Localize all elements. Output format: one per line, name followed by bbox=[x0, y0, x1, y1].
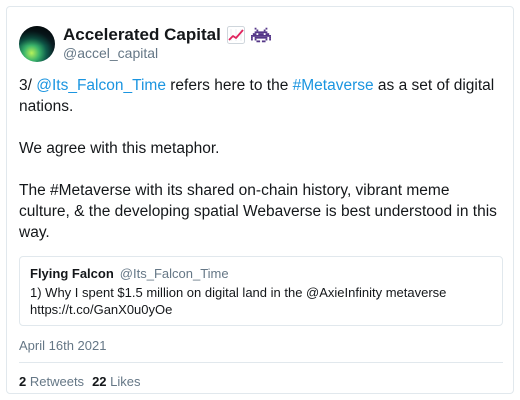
display-name-row: Accelerated Capital bbox=[63, 25, 271, 45]
mention-link[interactable]: @Its_Falcon_Time bbox=[36, 77, 166, 94]
likes-count: 22 bbox=[92, 374, 107, 389]
quoted-tweet-line-1: 1) Why I spent $1.5 million on digital l… bbox=[30, 285, 447, 300]
tweet-paragraph-2: We agree with this metaphor. bbox=[19, 140, 220, 157]
divider bbox=[19, 362, 503, 363]
tweet-paragraph-1: 3/ @Its_Falcon_Time refers here to the #… bbox=[19, 75, 499, 117]
tweet-card: Accelerated Capital @accel_capital 3/ @I… bbox=[6, 6, 514, 394]
quoted-tweet-header: Flying Falcon @Its_Falcon_Time bbox=[30, 265, 492, 282]
author-names: Accelerated Capital @accel_capital bbox=[63, 25, 271, 62]
tweet-text: 3/ @Its_Falcon_Time refers here to the #… bbox=[19, 75, 499, 243]
quoted-author-name: Flying Falcon bbox=[30, 266, 114, 281]
author-handle[interactable]: @accel_capital bbox=[63, 45, 271, 62]
tweet-date[interactable]: April 16th 2021 bbox=[19, 337, 106, 354]
likes-label: Likes bbox=[110, 374, 141, 389]
tweet-text-mid: refers here to the bbox=[165, 77, 293, 94]
quoted-tweet[interactable]: Flying Falcon @Its_Falcon_Time 1) Why I s… bbox=[19, 256, 503, 326]
quoted-tweet-text: 1) Why I spent $1.5 million on digital l… bbox=[30, 284, 492, 318]
tweet-paragraph-3: The #Metaverse with its shared on-chain … bbox=[19, 182, 497, 241]
quoted-author-handle: @Its_Falcon_Time bbox=[119, 266, 229, 281]
retweets-stat[interactable]: 2 Retweets bbox=[19, 374, 84, 389]
likes-stat[interactable]: 22 Likes bbox=[92, 374, 140, 389]
quoted-tweet-link: https://t.co/GanX0u0yOe bbox=[30, 302, 173, 317]
tweet-header: Accelerated Capital @accel_capital bbox=[19, 25, 271, 62]
retweets-label: Retweets bbox=[29, 374, 85, 389]
retweets-count: 2 bbox=[19, 374, 27, 389]
tweet-stats: 2 Retweets 22 Likes bbox=[19, 373, 141, 390]
tweet-text-prefix: 3/ bbox=[19, 77, 37, 94]
chart-increasing-emoji-icon bbox=[226, 26, 245, 44]
avatar[interactable] bbox=[19, 25, 55, 62]
space-invader-emoji-icon bbox=[250, 27, 271, 43]
display-name[interactable]: Accelerated Capital bbox=[63, 25, 221, 45]
hashtag-link[interactable]: #Metaverse bbox=[293, 77, 374, 94]
